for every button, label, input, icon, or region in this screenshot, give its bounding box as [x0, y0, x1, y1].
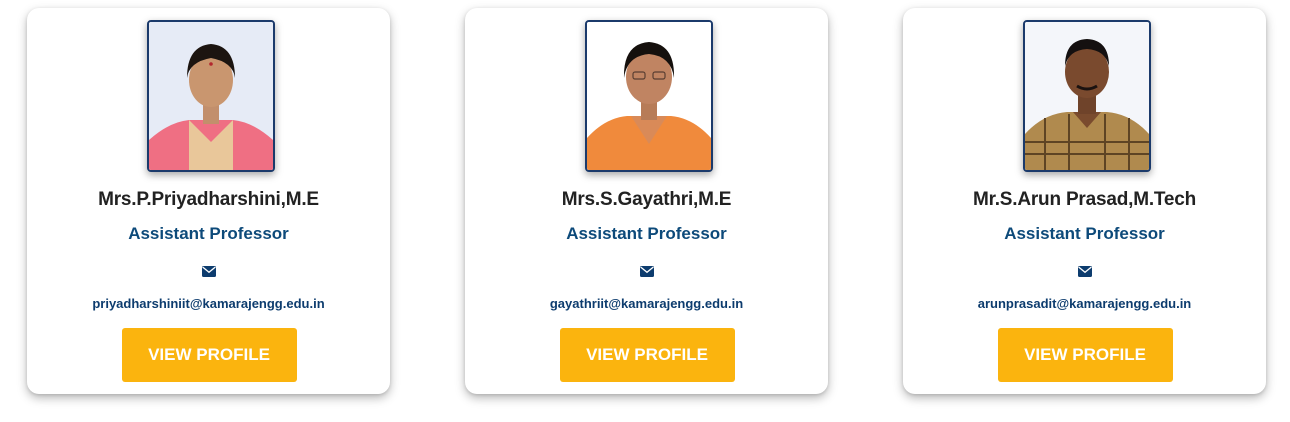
faculty-photo	[584, 20, 713, 172]
faculty-card: Mr.S.Arun Prasad,M.Tech Assistant Profes…	[903, 8, 1266, 394]
faculty-name: Mr.S.Arun Prasad,M.Tech	[972, 189, 1197, 210]
faculty-email[interactable]: arunprasadit@kamarajengg.edu.in	[903, 296, 1266, 311]
view-profile-button[interactable]: VIEW PROFILE	[121, 328, 297, 382]
faculty-designation: Assistant Professor	[566, 224, 727, 243]
faculty-name: Mrs.P.Priyadharshini,M.E	[98, 189, 319, 210]
faculty-photo	[1022, 20, 1151, 172]
faculty-grid: Mrs.P.Priyadharshini,M.E Assistant Profe…	[0, 0, 1290, 422]
envelope-icon	[639, 266, 654, 277]
envelope-icon	[1077, 266, 1092, 277]
faculty-email[interactable]: priyadharshiniit@kamarajengg.edu.in	[27, 296, 390, 311]
faculty-card: Mrs.S.Gayathri,M.E Assistant Professor g…	[465, 8, 828, 394]
faculty-photo	[146, 20, 275, 172]
faculty-card: Mrs.P.Priyadharshini,M.E Assistant Profe…	[27, 8, 390, 394]
envelope-icon	[201, 266, 216, 277]
faculty-name: Mrs.S.Gayathri,M.E	[561, 189, 732, 210]
view-profile-button[interactable]: VIEW PROFILE	[559, 328, 735, 382]
faculty-email[interactable]: gayathriit@kamarajengg.edu.in	[465, 296, 828, 311]
faculty-designation: Assistant Professor	[128, 224, 289, 243]
faculty-designation: Assistant Professor	[1004, 224, 1165, 243]
view-profile-button[interactable]: VIEW PROFILE	[997, 328, 1173, 382]
